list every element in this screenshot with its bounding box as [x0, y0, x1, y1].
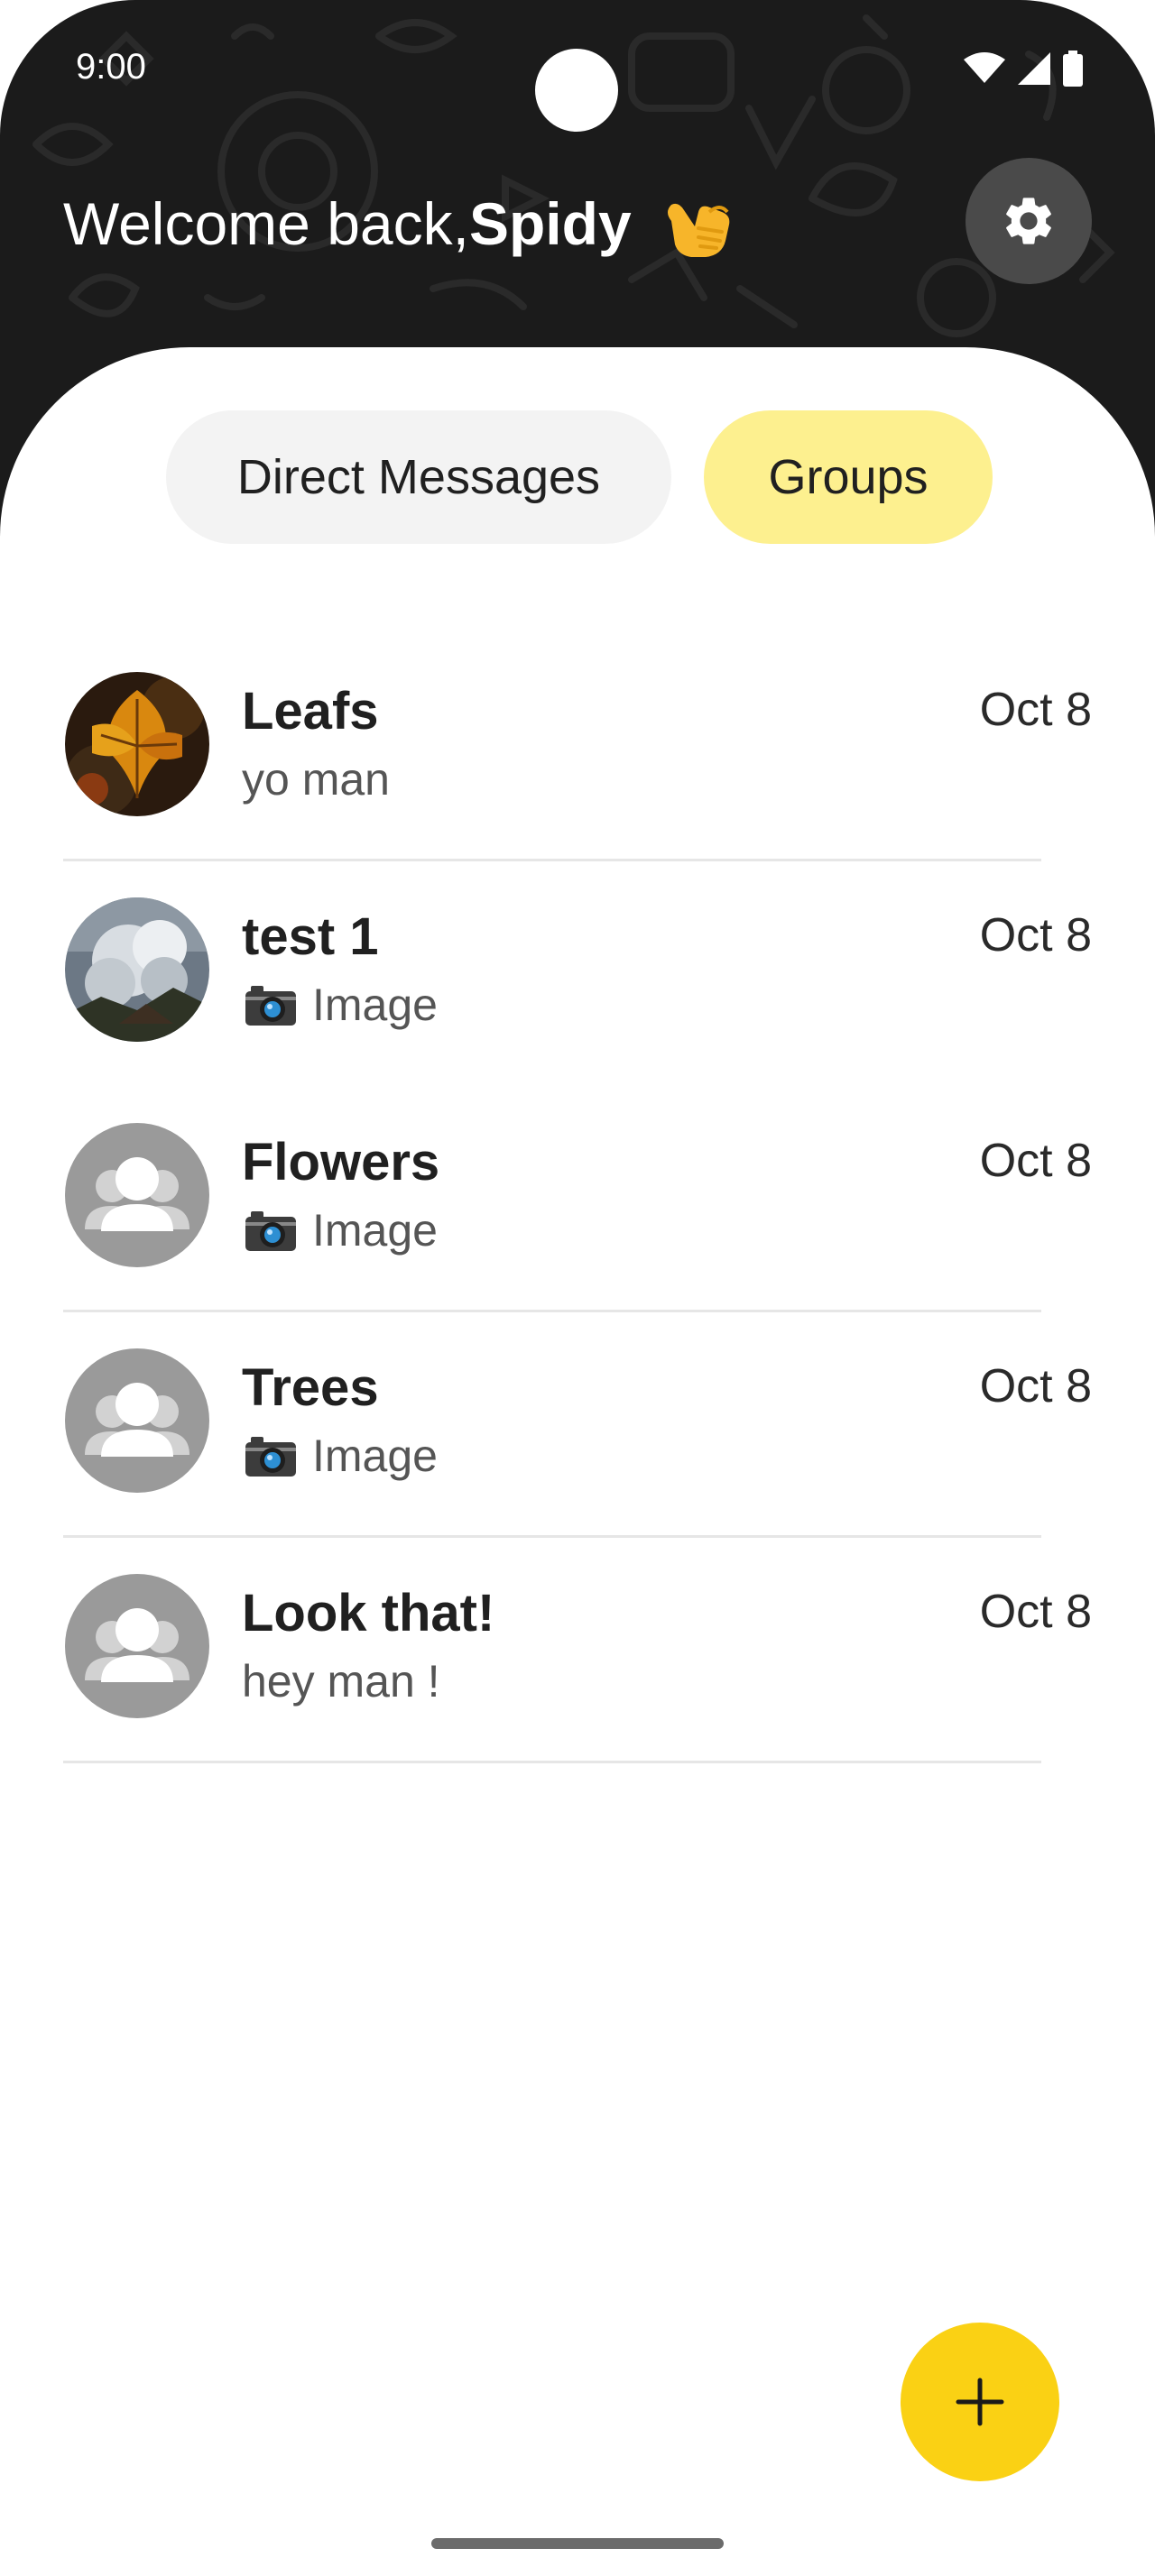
chat-date: Oct 8	[979, 1360, 1092, 1412]
avatar-trees	[65, 1348, 209, 1493]
plus-icon	[956, 2378, 1004, 2426]
camera-icon	[245, 1437, 296, 1477]
cloudy-mountain-photo	[65, 897, 209, 1042]
settings-button[interactable]	[966, 158, 1092, 284]
chat-name: Look that!	[242, 1584, 495, 1642]
chat-date: Oct 8	[979, 1135, 1092, 1187]
status-icons	[964, 51, 1083, 87]
chat-preview-text: Image	[312, 980, 438, 1030]
chat-name: Flowers	[242, 1133, 440, 1191]
new-group-button[interactable]	[901, 2323, 1059, 2481]
chat-preview-text: hey man !	[242, 1656, 440, 1707]
avatar-flowers	[65, 1123, 209, 1267]
chat-preview: yo man	[242, 753, 390, 805]
status-time: 9:00	[76, 47, 146, 87]
chat-date: Oct 8	[979, 909, 1092, 961]
chat-preview-text: yo man	[242, 754, 390, 805]
divider	[63, 1761, 1041, 1763]
chat-preview: Image	[242, 979, 438, 1031]
content-sheet: Direct Messages Groups Leafs Oct 8 yo ma…	[0, 347, 1155, 2576]
battery-icon	[1063, 51, 1083, 87]
camera-cutout	[535, 49, 618, 132]
gear-icon	[1006, 198, 1051, 244]
chat-preview-text: Image	[312, 1431, 438, 1481]
welcome-text: Welcome back,	[63, 190, 469, 257]
camera-icon	[245, 986, 296, 1026]
chat-name: Trees	[242, 1358, 379, 1417]
camera-icon	[245, 1211, 296, 1251]
chat-date: Oct 8	[979, 684, 1092, 736]
avatar-look-that	[65, 1574, 209, 1718]
chat-preview: hey man !	[242, 1655, 440, 1707]
chat-name: Leafs	[242, 682, 379, 741]
welcome-message: Welcome back, Spidy	[63, 185, 736, 262]
user-name: Spidy	[468, 190, 632, 257]
chat-row-look-that[interactable]: Look that! Oct 8 hey man !	[0, 1538, 1155, 1763]
chat-name: test 1	[242, 907, 379, 966]
autumn-leaf-photo	[65, 672, 209, 816]
status-bar: 9:00	[0, 0, 1155, 135]
home-indicator[interactable]	[431, 2538, 724, 2549]
chat-row-trees[interactable]: Trees Oct 8 Image	[0, 1312, 1155, 1538]
tab-direct-messages[interactable]: Direct Messages	[166, 410, 671, 544]
chat-preview: Image	[242, 1204, 438, 1256]
group-placeholder-icon	[65, 1123, 209, 1267]
chat-date: Oct 8	[979, 1586, 1092, 1638]
avatar-leafs	[65, 672, 209, 816]
wifi-icon	[964, 52, 1005, 83]
chat-row-flowers[interactable]: Flowers Oct 8 Image	[0, 1087, 1155, 1312]
call-me-hand-icon	[667, 203, 729, 257]
tab-bar: Direct Messages Groups	[0, 410, 1155, 544]
tab-groups[interactable]: Groups	[704, 410, 993, 544]
chat-preview: Image	[242, 1430, 438, 1482]
group-placeholder-icon	[65, 1574, 209, 1718]
group-placeholder-icon	[65, 1348, 209, 1493]
chat-row-leafs[interactable]: Leafs Oct 8 yo man	[0, 636, 1155, 861]
avatar-test-1	[65, 897, 209, 1042]
group-chat-list: Leafs Oct 8 yo man test 1 Oct 8 Image Fl…	[0, 636, 1155, 1763]
chat-preview-text: Image	[312, 1205, 438, 1256]
chat-row-test-1[interactable]: test 1 Oct 8 Image	[0, 861, 1155, 1087]
signal-icon	[1018, 52, 1050, 85]
